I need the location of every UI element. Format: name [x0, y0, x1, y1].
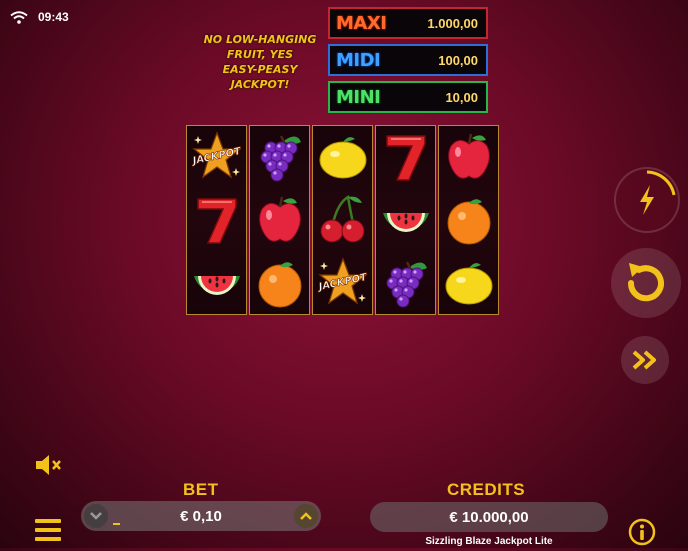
reel-symbol — [441, 129, 497, 185]
bet-decrease-button[interactable] — [84, 504, 108, 528]
bet-increase-button[interactable] — [294, 504, 318, 528]
seven-icon — [385, 135, 426, 182]
reel-symbol — [189, 255, 245, 311]
jackpot-mini: MINI 10,00 — [328, 81, 488, 113]
watermelon-icon — [193, 275, 240, 295]
reel-symbol — [252, 255, 308, 311]
fast-forward-icon — [632, 350, 656, 370]
autoplay-button[interactable] — [621, 336, 669, 384]
cherries-icon — [320, 194, 364, 243]
spin-button[interactable] — [611, 248, 681, 318]
spin-arrow-icon — [627, 263, 664, 302]
reel-symbol: JACKPOT — [189, 129, 245, 185]
reel-symbol: JACKPOT — [315, 255, 371, 311]
bet-value: € 0,10 — [180, 507, 222, 525]
bet-label: BET — [183, 480, 219, 499]
chevron-down-icon — [90, 512, 102, 520]
reel-3: JACKPOT — [312, 125, 373, 315]
apple-icon — [447, 134, 490, 180]
reel-symbol — [441, 255, 497, 311]
menu-button[interactable] — [34, 517, 62, 543]
watermelon-icon — [382, 212, 429, 232]
grapes-icon — [260, 135, 301, 182]
info-button[interactable] — [628, 518, 656, 546]
speaker-muted-icon — [36, 455, 61, 475]
status-time: 09:43 — [38, 10, 69, 24]
reel-1: JACKPOT — [186, 125, 247, 315]
credits-field: € 10.000,00 — [370, 502, 608, 532]
reel-symbol — [315, 192, 371, 248]
status-bar: 09:43 — [10, 10, 69, 24]
info-icon — [628, 518, 656, 546]
jackpot-maxi-name: MAXI — [336, 12, 387, 34]
bet-level-indicator — [113, 523, 120, 525]
wifi-icon — [10, 10, 28, 24]
reel-symbol — [189, 192, 245, 248]
reel-symbol — [378, 255, 434, 311]
reel-grid: JACKPOT JACKPOT — [186, 125, 504, 315]
orange-icon — [258, 261, 301, 308]
jackpot-midi-amount: 100,00 — [438, 52, 478, 68]
jackpot-maxi: MAXI 1.000,00 — [328, 7, 488, 39]
jackpot-maxi-amount: 1.000,00 — [427, 15, 478, 31]
chevron-up-icon — [300, 512, 312, 520]
reel-symbol — [378, 129, 434, 185]
jackpot-midi-name: MIDI — [336, 49, 381, 71]
jackpot-mini-name: MINI — [336, 86, 381, 108]
reel-2 — [249, 125, 310, 315]
reel-5 — [438, 125, 499, 315]
reel-4 — [375, 125, 436, 315]
jackpot-midi: MIDI 100,00 — [328, 44, 488, 76]
seven-icon — [196, 198, 237, 244]
jackpot-star-icon: JACKPOT — [316, 256, 369, 305]
reel-symbol — [315, 129, 371, 185]
reel-symbol — [252, 192, 308, 248]
lemon-icon — [319, 137, 366, 179]
credits-label: CREDITS — [447, 480, 526, 499]
reel-symbol — [441, 192, 497, 248]
sound-toggle-button[interactable] — [34, 452, 64, 478]
grapes-icon — [386, 261, 427, 308]
game-title: Sizzling Blaze Jackpot Lite — [425, 536, 553, 547]
apple-icon — [258, 196, 301, 242]
slogan-text: NO LOW-HANGING FRUIT, YES EASY-PEASY JAC… — [203, 33, 317, 91]
orange-icon — [447, 199, 490, 245]
jackpot-mini-amount: 10,00 — [445, 89, 478, 105]
reel-symbol — [378, 192, 434, 248]
reel-symbol — [252, 129, 308, 185]
lemon-icon — [445, 262, 492, 305]
lightning-icon — [640, 170, 676, 215]
jackpot-star-icon: JACKPOT — [190, 131, 243, 179]
bet-field: € 0,10 — [81, 501, 321, 531]
turbo-button[interactable] — [614, 167, 680, 233]
hamburger-menu-icon — [35, 519, 61, 541]
credits-value: € 10.000,00 — [449, 508, 529, 526]
